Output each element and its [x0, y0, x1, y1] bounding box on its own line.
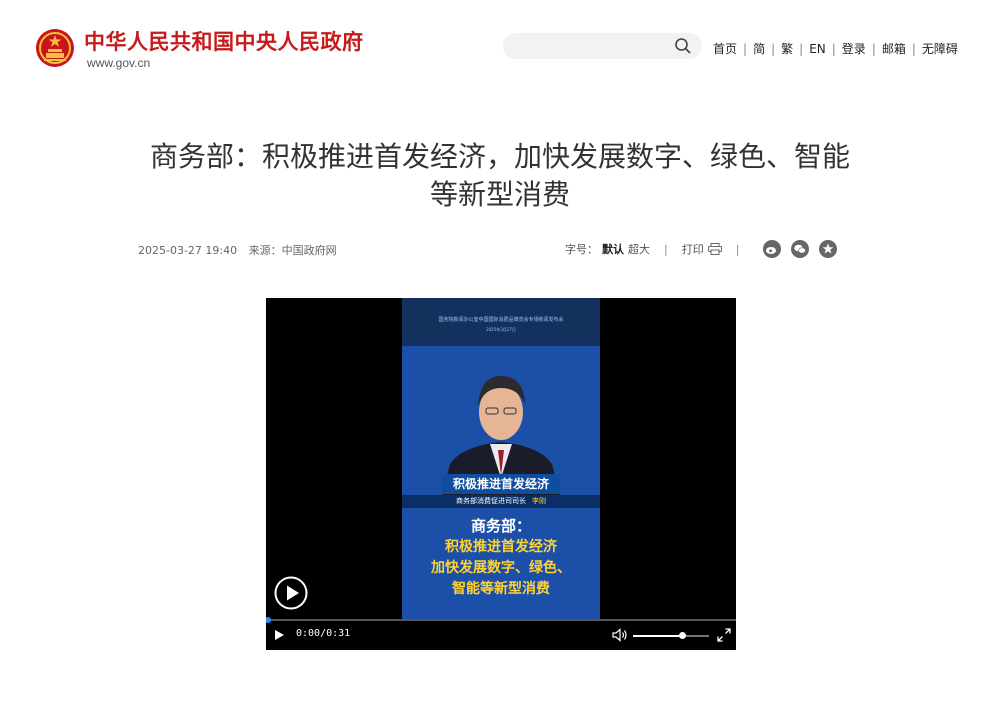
font-size-default[interactable]: 默认	[602, 241, 624, 257]
speaker-name: 李刚	[532, 497, 546, 505]
article-title: 商务部：积极推进首发经济，加快发展数字、绿色、智能 等新型消费	[100, 138, 900, 214]
site-title[interactable]: 中华人民共和国中央人民政府	[84, 26, 364, 56]
weibo-icon[interactable]	[763, 240, 782, 258]
video-banner-title: 国务院新闻办公室中国国际消费品博览会专场新闻发布会	[438, 317, 564, 323]
print-icon[interactable]	[707, 243, 722, 255]
article-meta: 2025-03-27 19:40 来源：中国政府网	[138, 242, 345, 258]
fullscreen-icon[interactable]	[717, 628, 731, 642]
favorite-icon[interactable]	[819, 240, 838, 258]
nav-separator: |	[871, 41, 876, 56]
source-name: 中国政府网	[281, 244, 337, 257]
overlay-text-2: 积极推进首发经济	[445, 539, 557, 555]
overlay-text-3: 加快发展数字、绿色、	[431, 560, 571, 576]
video-banner-date: 2025年3月27日	[486, 327, 516, 332]
font-size-large[interactable]: 超大	[628, 241, 650, 257]
tools-separator: |	[664, 242, 668, 256]
nav-separator: |	[743, 41, 748, 56]
publish-date: 2025-03-27 19:40	[138, 244, 238, 257]
time-display: 0:00/0:31	[296, 628, 351, 639]
search-box[interactable]	[503, 33, 702, 59]
volume-handle[interactable]	[678, 632, 686, 639]
nav-accessibility[interactable]: 无障碍	[922, 40, 958, 57]
site-domain: www.gov.cn	[87, 56, 151, 70]
nav-english[interactable]: EN	[809, 42, 826, 56]
nav-simplified[interactable]: 简	[753, 40, 765, 57]
video-caption-title: 积极推进首发经济	[442, 474, 560, 494]
video-frame: 国务院新闻办公室中国国际消费品博览会专场新闻发布会 2025年3月27日 积极推…	[402, 298, 600, 620]
nav-mail[interactable]: 邮箱	[882, 40, 906, 57]
overlay-text-1: 商务部：	[470, 517, 531, 535]
volume-slider[interactable]	[633, 632, 709, 639]
play-icon[interactable]	[273, 629, 285, 641]
volume-icon[interactable]	[612, 628, 628, 642]
top-navigation: 首页 | 简 | 繁 | EN | 登录 | 邮箱 | 无障碍	[713, 40, 958, 57]
video-player[interactable]: 国务院新闻办公室中国国际消费品博览会专场新闻发布会 2025年3月27日 积极推…	[266, 298, 736, 650]
video-controls: 0:00/0:31	[266, 621, 736, 650]
national-emblem-logo	[36, 29, 74, 67]
article-tools: 字号： 默认 超大 | 打印 |	[565, 240, 838, 258]
wechat-icon[interactable]	[791, 240, 810, 258]
source-label: 来源：	[248, 244, 282, 257]
nav-traditional[interactable]: 繁	[781, 40, 793, 57]
nav-separator: |	[911, 41, 916, 56]
nav-separator: |	[831, 41, 836, 56]
search-input[interactable]	[515, 36, 669, 58]
nav-home[interactable]: 首页	[713, 40, 737, 57]
tools-separator: |	[735, 242, 740, 256]
video-banner: 国务院新闻办公室中国国际消费品博览会专场新闻发布会 2025年3月27日	[402, 298, 600, 346]
speaker-role: 商务部消费促进司司长	[456, 497, 526, 505]
nav-login[interactable]: 登录	[842, 40, 866, 57]
overlay-text-4: 智能等新型消费	[452, 581, 550, 597]
big-play-button[interactable]	[274, 576, 308, 610]
nav-separator: |	[771, 41, 776, 56]
article-title-line2: 等新型消费	[429, 179, 570, 210]
print-link[interactable]: 打印	[682, 241, 704, 257]
video-caption-speaker: 商务部消费促进司司长 李刚	[402, 495, 600, 508]
article-title-line1: 商务部：积极推进首发经济，加快发展数字、绿色、智能	[149, 141, 850, 172]
volume-fill	[633, 635, 682, 637]
search-icon[interactable]	[674, 37, 692, 55]
nav-separator: |	[799, 41, 804, 56]
font-size-label: 字号：	[565, 243, 598, 256]
